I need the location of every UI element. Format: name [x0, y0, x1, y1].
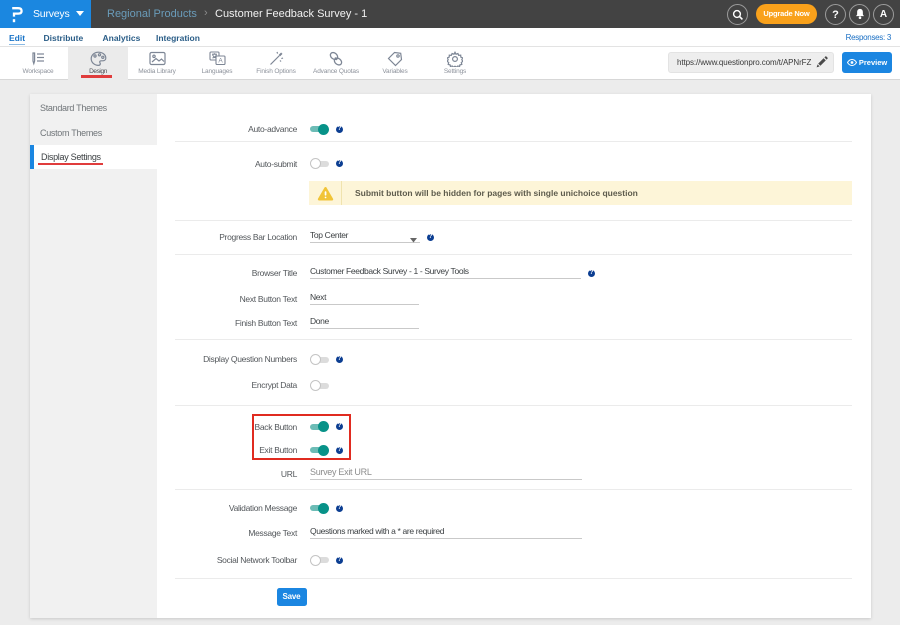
svg-text:A: A [218, 58, 223, 65]
